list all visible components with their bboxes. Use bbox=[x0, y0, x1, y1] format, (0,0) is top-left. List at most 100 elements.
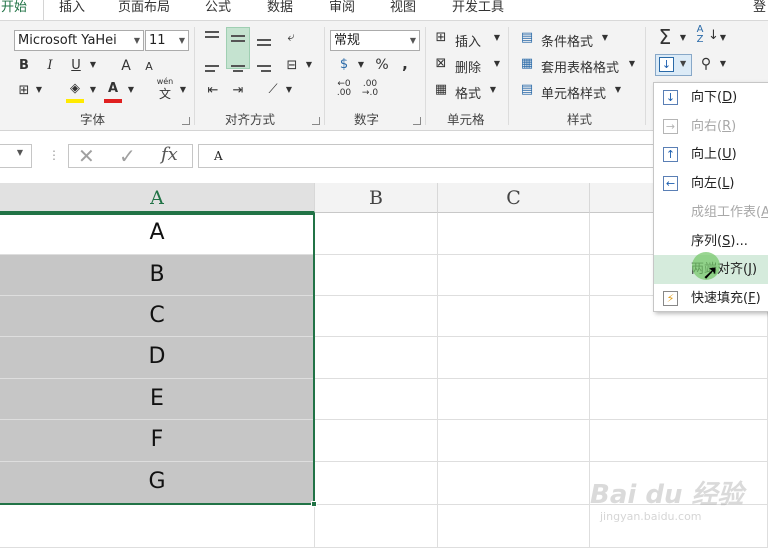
cell-b1[interactable] bbox=[315, 213, 438, 255]
font-color-button[interactable]: A bbox=[104, 81, 122, 96]
delete-cells-icon[interactable]: ⊠ bbox=[433, 56, 449, 71]
font-size-combo[interactable]: 11 ▼ bbox=[145, 30, 189, 51]
delete-cells-button[interactable]: 删除 bbox=[455, 57, 481, 76]
align-bottom-icon[interactable] bbox=[257, 39, 271, 41]
tab-insert[interactable]: 插入 bbox=[59, 0, 85, 20]
cell-b4[interactable] bbox=[315, 337, 438, 379]
chevron-down-icon[interactable]: ▼ bbox=[678, 33, 688, 42]
format-cells-icon[interactable]: ▦ bbox=[433, 82, 449, 97]
name-box[interactable]: ▼ bbox=[0, 144, 32, 168]
chevron-down-icon[interactable]: ▼ bbox=[627, 59, 637, 68]
orientation-icon[interactable]: ⟋ bbox=[264, 82, 282, 97]
chevron-down-icon[interactable]: ▼ bbox=[718, 59, 728, 68]
column-header-b[interactable]: B bbox=[315, 183, 438, 213]
menu-item-series[interactable]: 序列(S)... bbox=[654, 227, 768, 256]
align-middle-button[interactable] bbox=[226, 27, 250, 69]
chevron-down-icon[interactable]: ▼ bbox=[356, 60, 366, 69]
sort-filter-icon[interactable]: AZ bbox=[694, 25, 706, 45]
cell-a1[interactable]: A bbox=[0, 213, 315, 255]
column-header-c[interactable]: C bbox=[438, 183, 590, 213]
alignment-dialog-launcher-icon[interactable] bbox=[312, 117, 320, 125]
tab-developer[interactable]: 开发工具 bbox=[452, 0, 504, 20]
align-right-icon[interactable] bbox=[257, 65, 271, 67]
number-dialog-launcher-icon[interactable] bbox=[413, 117, 421, 125]
wrap-text-icon[interactable]: ⤶ bbox=[282, 30, 300, 45]
insert-cells-button[interactable]: 插入 bbox=[455, 31, 481, 50]
cell-b2[interactable] bbox=[315, 255, 438, 296]
fill-color-icon[interactable]: ◈ bbox=[66, 81, 84, 96]
tab-page-layout[interactable]: 页面布局 bbox=[118, 0, 170, 20]
cell-c5[interactable] bbox=[438, 379, 590, 420]
grow-font-button[interactable]: A bbox=[118, 58, 134, 74]
menu-item-fill-left[interactable]: ← 向左(L) bbox=[654, 169, 768, 198]
tab-review[interactable]: 审阅 bbox=[329, 0, 355, 20]
insert-function-icon[interactable]: fx bbox=[161, 144, 178, 165]
column-header-a[interactable]: A bbox=[0, 183, 315, 213]
cell-d5[interactable] bbox=[590, 379, 768, 420]
find-select-icon[interactable]: ⚲ bbox=[697, 56, 715, 72]
chevron-down-icon[interactable]: ▼ bbox=[88, 85, 98, 94]
cell-b6[interactable] bbox=[315, 420, 438, 462]
chevron-down-icon[interactable]: ▼ bbox=[613, 85, 623, 94]
underline-button[interactable]: U bbox=[68, 58, 84, 73]
chevron-down-icon[interactable]: ▼ bbox=[178, 85, 188, 94]
cell-a7[interactable]: G bbox=[0, 462, 315, 505]
menu-item-fill-down[interactable]: ↓ 向下(D) bbox=[654, 83, 768, 112]
chevron-down-icon[interactable]: ▼ bbox=[492, 59, 502, 68]
font-name-combo[interactable]: Microsoft YaHei ▼ bbox=[14, 30, 144, 51]
conditional-format-icon[interactable]: ▤ bbox=[519, 30, 535, 45]
font-dialog-launcher-icon[interactable] bbox=[182, 117, 190, 125]
tab-data[interactable]: 数据 bbox=[267, 0, 293, 20]
increase-decimal-button[interactable]: ←0 .00 bbox=[333, 80, 355, 98]
cell-c1[interactable] bbox=[438, 213, 590, 255]
cell-d6[interactable] bbox=[590, 420, 768, 462]
cell-a5[interactable]: E bbox=[0, 379, 315, 420]
cell-a3[interactable]: C bbox=[0, 296, 315, 337]
cell-c4[interactable] bbox=[438, 337, 590, 379]
format-as-table-button[interactable]: 套用表格格式 bbox=[541, 57, 619, 76]
conditional-format-button[interactable]: 条件格式 bbox=[541, 31, 593, 50]
chevron-down-icon[interactable]: ▼ bbox=[88, 60, 98, 69]
cell-a8[interactable] bbox=[0, 505, 315, 548]
increase-indent-icon[interactable]: ⇥ bbox=[229, 83, 247, 98]
format-as-table-icon[interactable]: ▦ bbox=[519, 56, 535, 71]
cell-c3[interactable] bbox=[438, 296, 590, 337]
cell-a2[interactable]: B bbox=[0, 255, 315, 296]
enter-icon[interactable]: ✓ bbox=[119, 144, 136, 168]
currency-icon[interactable]: $ bbox=[334, 57, 354, 72]
menu-item-flash-fill[interactable]: ⚡ 快速填充(F) bbox=[654, 284, 768, 313]
cell-d4[interactable] bbox=[590, 337, 768, 379]
chevron-down-icon[interactable]: ▼ bbox=[34, 85, 44, 94]
cell-b8[interactable] bbox=[315, 505, 438, 548]
chevron-down-icon[interactable]: ▼ bbox=[488, 85, 498, 94]
cell-c8[interactable] bbox=[438, 505, 590, 548]
chevron-down-icon[interactable]: ▼ bbox=[284, 85, 294, 94]
border-icon[interactable]: ⊞ bbox=[16, 83, 32, 98]
percent-button[interactable]: % bbox=[372, 57, 392, 73]
fill-button[interactable]: ↓ ▼ bbox=[655, 54, 692, 76]
cell-styles-button[interactable]: 单元格样式 bbox=[541, 83, 606, 102]
chevron-down-icon[interactable]: ▼ bbox=[492, 33, 502, 42]
cell-b5[interactable] bbox=[315, 379, 438, 420]
phonetic-button[interactable]: 文 bbox=[155, 85, 175, 102]
chevron-down-icon[interactable]: ▼ bbox=[126, 85, 136, 94]
cancel-icon[interactable]: ✕ bbox=[78, 144, 95, 168]
bold-button[interactable]: B bbox=[16, 58, 32, 73]
number-format-combo[interactable]: 常规 ▼ bbox=[330, 30, 420, 51]
shrink-font-button[interactable]: A bbox=[142, 60, 156, 73]
tab-view[interactable]: 视图 bbox=[390, 0, 416, 20]
italic-button[interactable]: I bbox=[42, 58, 58, 73]
comma-button[interactable]: , bbox=[398, 55, 412, 73]
cell-a4[interactable]: D bbox=[0, 337, 315, 379]
cell-c2[interactable] bbox=[438, 255, 590, 296]
cell-b7[interactable] bbox=[315, 462, 438, 505]
cell-b3[interactable] bbox=[315, 296, 438, 337]
autosum-button[interactable]: Σ bbox=[655, 25, 675, 49]
tab-home[interactable]: 开始 bbox=[0, 0, 44, 20]
chevron-down-icon[interactable]: ▼ bbox=[718, 33, 728, 42]
tab-formulas[interactable]: 公式 bbox=[205, 0, 231, 20]
decrease-decimal-button[interactable]: .00 →.0 bbox=[359, 80, 381, 98]
decrease-indent-icon[interactable]: ⇤ bbox=[204, 83, 222, 98]
align-left-icon[interactable] bbox=[205, 65, 219, 67]
chevron-down-icon[interactable]: ▼ bbox=[304, 60, 314, 69]
